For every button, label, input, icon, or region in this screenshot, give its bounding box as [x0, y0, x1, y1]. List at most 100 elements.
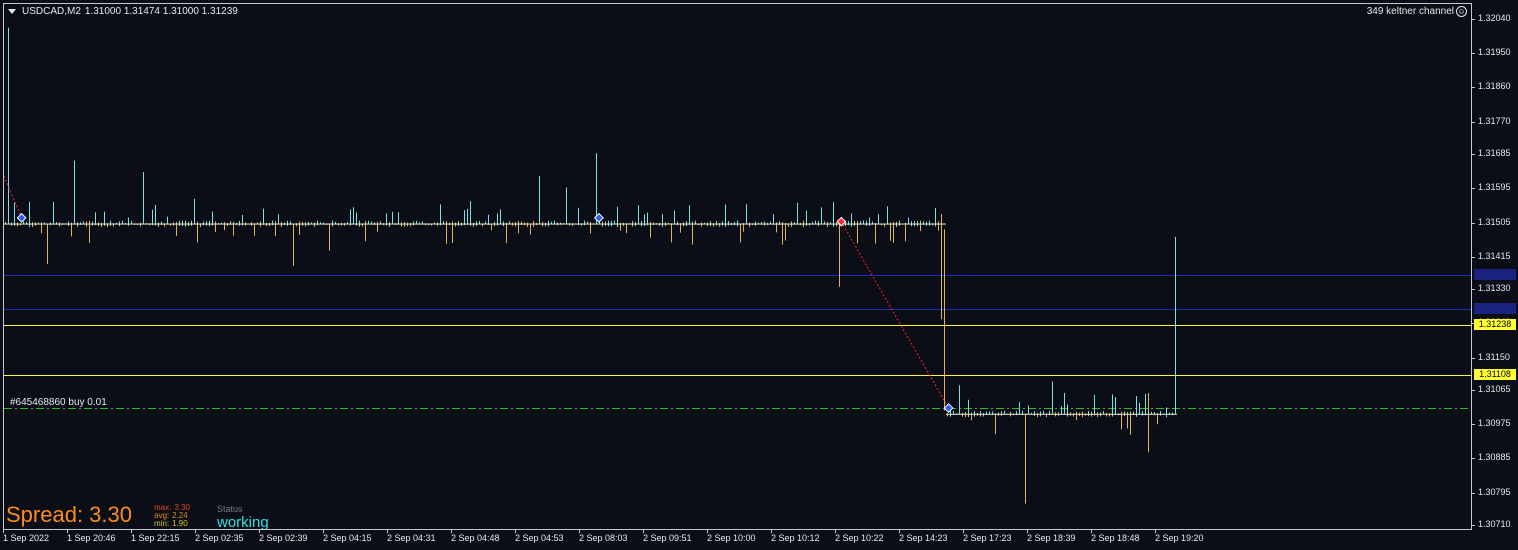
time-tick-label: 2 Sep 10:22 [835, 533, 884, 543]
candle-body [901, 223, 904, 225]
candle-body [253, 223, 256, 225]
price-tick-label: 1.30975 [1478, 418, 1511, 429]
candle-body [400, 223, 403, 225]
candle-body [172, 223, 175, 225]
candle-body [1111, 413, 1114, 415]
candle-body [1072, 413, 1075, 415]
candle-body [394, 223, 397, 225]
chart-window[interactable]: USDCAD,M2 1.31000 1.31474 1.31000 1.3123… [0, 0, 1518, 550]
price-tick-mark [1472, 53, 1475, 55]
candle-body [25, 223, 28, 225]
candle-body [1123, 413, 1126, 415]
candle-body [988, 413, 991, 415]
candle-body [1168, 413, 1171, 415]
candle-body [310, 223, 313, 225]
chart-menu-arrow-icon[interactable] [8, 9, 16, 14]
price-tick-label: 1.30710 [1478, 519, 1511, 529]
candle-body [817, 223, 820, 225]
price-badge: 1.31238 [1474, 319, 1516, 331]
candle-body [913, 223, 916, 225]
candle-body [1159, 413, 1162, 415]
candle-body [610, 223, 613, 225]
time-tick-label: 2 Sep 10:00 [707, 533, 756, 543]
candle-body [340, 223, 343, 225]
candle-body [532, 223, 535, 225]
candle-body [205, 223, 208, 225]
candle-body [85, 223, 88, 225]
candle-body [952, 413, 955, 415]
time-tick-label: 2 Sep 10:12 [771, 533, 820, 543]
candle-body [7, 223, 10, 225]
candle-body [115, 223, 118, 225]
candle-body [1012, 413, 1015, 415]
candle-body [487, 223, 490, 225]
candle-body [484, 223, 487, 225]
time-tick-label: 2 Sep 02:35 [195, 533, 244, 543]
candle-body [16, 223, 19, 225]
candle-body [508, 223, 511, 225]
candle-body [187, 223, 190, 225]
candle-body [982, 413, 985, 415]
candle-body [634, 223, 637, 225]
candle-body [280, 223, 283, 225]
price-tick-mark [1472, 289, 1475, 291]
candle-body [334, 223, 337, 225]
candle-body [13, 223, 16, 225]
price-scale[interactable]: 1.32040 1.31950 1.31860 1.31770 1.31685 1.315… [1472, 3, 1518, 530]
candle-body [562, 223, 565, 225]
candle-body [151, 223, 154, 225]
candle-body [211, 223, 214, 225]
candle-body [256, 223, 259, 225]
candle-body [826, 223, 829, 225]
candle-body [4, 223, 7, 225]
candle-body [388, 223, 391, 225]
candle-body [328, 223, 331, 225]
candle-body [100, 223, 103, 225]
candle-body [46, 223, 49, 225]
indicator-label[interactable]: 349 keltner channel ☺ [1367, 6, 1467, 17]
candle-body [94, 223, 97, 225]
candle-body [412, 223, 415, 225]
candle-body [1033, 413, 1036, 415]
candle-body [865, 223, 868, 225]
candle-body [835, 223, 838, 225]
candle-body [361, 223, 364, 225]
candle-body [748, 223, 751, 225]
candle-body [370, 223, 373, 225]
candle-body [196, 223, 199, 225]
candle-body [1048, 413, 1051, 415]
candle-body [1045, 413, 1048, 415]
candle-body [10, 223, 13, 225]
candle-body [694, 223, 697, 225]
candle-body [154, 223, 157, 225]
candle-body [1069, 413, 1072, 415]
candle-body [718, 223, 721, 225]
candle-body [886, 223, 889, 225]
price-tick-mark [1472, 525, 1475, 526]
candle-body [442, 223, 445, 225]
candle-body [451, 223, 454, 225]
time-scale[interactable]: 1 Sep 2022 1 Sep 20:46 1 Sep 22:15 2 Sep 02… [0, 530, 1518, 550]
candle-body [97, 223, 100, 225]
candle-body [235, 223, 238, 225]
candle-body [943, 223, 946, 225]
candle-body [520, 223, 523, 225]
candle-body [61, 223, 64, 225]
candle-body [346, 223, 349, 225]
candle-body [586, 223, 589, 225]
candle-body [247, 223, 250, 225]
candle-body [229, 223, 232, 225]
candle-body [475, 223, 478, 225]
candle-body [79, 223, 82, 225]
candle-body [34, 223, 37, 225]
candle-body [238, 223, 241, 225]
candle-body [217, 223, 220, 225]
candle-body [679, 223, 682, 225]
candle-body [322, 223, 325, 225]
candle-body [607, 223, 610, 225]
candle-body [250, 223, 253, 225]
plot-area[interactable]: USDCAD,M2 1.31000 1.31474 1.31000 1.3123… [3, 3, 1472, 530]
candle-body [973, 413, 976, 415]
candle-body [457, 223, 460, 225]
candle-body [1081, 413, 1084, 415]
